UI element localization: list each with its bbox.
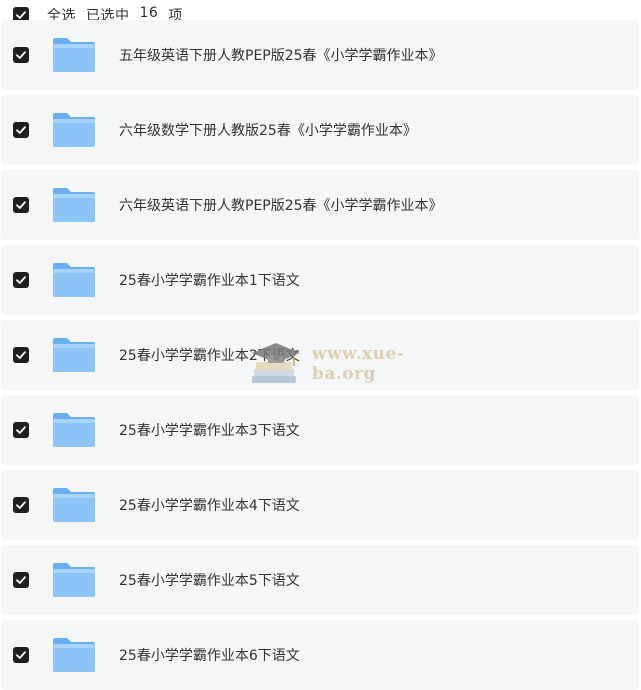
folder-icon (53, 638, 95, 672)
checkmark-icon (16, 576, 26, 584)
row-checkbox[interactable] (13, 572, 29, 588)
file-row[interactable]: 25春小学学霸作业本5下语文 (1, 545, 639, 615)
file-row[interactable]: 五年级英语下册人教PEP版25春《小学学霸作业本》 (1, 20, 639, 90)
row-checkbox[interactable] (13, 197, 29, 213)
file-row[interactable]: 25春小学学霸作业本6下语文 (1, 620, 639, 690)
row-checkbox[interactable] (13, 272, 29, 288)
checkmark-icon (16, 276, 26, 284)
file-row[interactable]: 25春小学学霸作业本3下语文 (1, 395, 639, 465)
folder-icon (53, 113, 95, 147)
row-checkbox[interactable] (13, 497, 29, 513)
file-name[interactable]: 25春小学学霸作业本6下语文 (119, 645, 300, 665)
checkmark-icon (16, 426, 26, 434)
row-checkbox[interactable] (13, 122, 29, 138)
folder-icon (53, 38, 95, 72)
file-name[interactable]: 25春小学学霸作业本2下语文 (119, 345, 300, 365)
checkmark-icon (16, 651, 26, 659)
file-row[interactable]: 六年级数学下册人教版25春《小学学霸作业本》 (1, 95, 639, 165)
file-row[interactable]: 六年级英语下册人教PEP版25春《小学学霸作业本》 (1, 170, 639, 240)
checkmark-icon (16, 126, 26, 134)
file-name[interactable]: 六年级数学下册人教版25春《小学学霸作业本》 (119, 120, 417, 140)
checkmark-icon (16, 201, 26, 209)
folder-icon (53, 488, 95, 522)
file-row[interactable]: 25春小学学霸作业本2下语文 (1, 320, 639, 390)
folder-icon (53, 263, 95, 297)
checkmark-icon (16, 51, 26, 59)
row-checkbox[interactable] (13, 647, 29, 663)
row-checkbox[interactable] (13, 47, 29, 63)
file-name[interactable]: 六年级英语下册人教PEP版25春《小学学霸作业本》 (119, 195, 443, 215)
folder-icon (53, 188, 95, 222)
file-name[interactable]: 五年级英语下册人教PEP版25春《小学学霸作业本》 (119, 45, 443, 65)
file-name[interactable]: 25春小学学霸作业本3下语文 (119, 420, 300, 440)
file-row[interactable]: 25春小学学霸作业本1下语文 (1, 245, 639, 315)
checkmark-icon (16, 501, 26, 509)
folder-icon (53, 413, 95, 447)
file-name[interactable]: 25春小学学霸作业本5下语文 (119, 570, 300, 590)
folder-icon (53, 338, 95, 372)
file-name[interactable]: 25春小学学霸作业本4下语文 (119, 495, 300, 515)
row-checkbox[interactable] (13, 422, 29, 438)
checkmark-icon (16, 351, 26, 359)
file-name[interactable]: 25春小学学霸作业本1下语文 (119, 270, 300, 290)
folder-icon (53, 563, 95, 597)
file-row[interactable]: 25春小学学霸作业本4下语文 (1, 470, 639, 540)
row-checkbox[interactable] (13, 347, 29, 363)
